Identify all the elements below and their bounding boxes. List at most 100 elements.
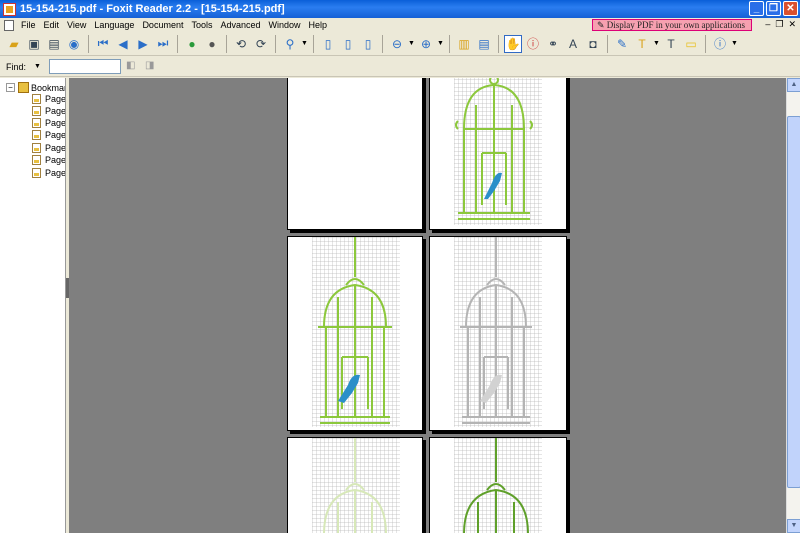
find-prev-icon[interactable]: ◧ xyxy=(126,60,140,74)
document-window-controls: – ❐ ✕ xyxy=(765,19,796,30)
find-next-icon[interactable]: ◨ xyxy=(145,60,159,74)
bookmark-item[interactable]: Page xyxy=(32,168,65,178)
scroll-down-icon[interactable]: ▼ xyxy=(787,519,800,533)
toolbar-separator xyxy=(705,34,706,53)
window-controls: _ ❐ ✕ xyxy=(749,1,798,16)
toolbar-separator xyxy=(313,34,314,53)
bookmark-label: Page xyxy=(45,155,66,165)
highlight-dropdown-arrow[interactable]: ▼ xyxy=(653,35,660,53)
page-icon xyxy=(32,155,41,165)
info-dropdown-arrow[interactable]: ▼ xyxy=(731,35,738,53)
pdf-page-thumbnail xyxy=(287,236,423,431)
text-tool-icon[interactable]: T xyxy=(662,35,680,53)
menu-file[interactable]: File xyxy=(17,20,40,30)
bookmark-item[interactable]: Page xyxy=(32,143,65,153)
next-page-icon[interactable]: ▶ xyxy=(134,35,152,53)
note-icon[interactable]: ▭ xyxy=(682,35,700,53)
document-icon[interactable] xyxy=(4,19,14,31)
find-options-arrow[interactable]: ▼ xyxy=(34,63,41,70)
prev-page-icon[interactable]: ◀ xyxy=(114,35,132,53)
pdf-page-thumbnail xyxy=(429,78,567,230)
main-toolbar: ▰ ▣ ▤ ◉ ⏮ ◀ ▶ ⏭ ● ● ⟲ ⟳ ⚲ ▼ ▯ ▯ ▯ ⊖ ▼ ⊕ … xyxy=(0,32,800,56)
hand-tool-icon[interactable]: ✋ xyxy=(504,34,522,53)
toolbar-separator xyxy=(88,34,89,53)
find-icon[interactable]: ⚭ xyxy=(544,35,562,53)
collapse-icon[interactable]: − xyxy=(6,83,15,92)
print-icon[interactable]: ▤ xyxy=(45,35,63,53)
scroll-up-icon[interactable]: ▲ xyxy=(787,78,800,92)
page-icon xyxy=(32,130,41,140)
bookmarks-root[interactable]: − Bookmar xyxy=(6,82,66,93)
last-page-icon[interactable]: ⏭ xyxy=(154,35,172,53)
single-page-icon[interactable]: ▥ xyxy=(455,35,473,53)
menu-document[interactable]: Document xyxy=(138,20,187,30)
bookmarks-panel: − Bookmar Page Page Page Page Page Page … xyxy=(0,78,66,533)
open-icon[interactable]: ▰ xyxy=(5,35,23,53)
page-icon xyxy=(32,106,41,116)
bookmark-label: Page xyxy=(45,106,66,116)
go-back-icon[interactable]: ● xyxy=(183,35,201,53)
birdcage-illustration xyxy=(318,237,392,424)
zoom-out-icon[interactable]: ⊖ xyxy=(388,35,406,53)
birdcage-illustration xyxy=(463,438,529,533)
find-input[interactable] xyxy=(48,59,121,74)
highlight-icon[interactable]: T xyxy=(633,35,651,53)
promo-text: Display PDF in your own applications xyxy=(606,20,745,30)
first-page-icon[interactable]: ⏮ xyxy=(94,35,112,53)
bookmark-item[interactable]: Page xyxy=(32,130,66,140)
bookmark-item[interactable]: Page xyxy=(32,94,65,104)
pdf-page-thumbnail xyxy=(429,236,567,431)
bookmark-label: Page xyxy=(45,130,66,140)
doc-restore-button[interactable]: ❐ xyxy=(775,19,783,30)
doc-minimize-button[interactable]: – xyxy=(765,19,770,30)
menu-advanced[interactable]: Advanced xyxy=(216,20,264,30)
promo-banner[interactable]: ✎ Display PDF in your own applications xyxy=(591,19,752,31)
document-view[interactable] xyxy=(69,78,786,533)
find-bar: Find: ▼ ◧ ◨ xyxy=(0,57,800,77)
birdcage-illustration xyxy=(460,237,532,424)
restore-button[interactable]: ❐ xyxy=(766,1,781,16)
bookmark-item[interactable]: Page xyxy=(32,155,66,165)
email-icon[interactable]: ◉ xyxy=(65,35,83,53)
zoom-in-dropdown-arrow[interactable]: ▼ xyxy=(437,35,444,53)
window-title: 15-154-215.pdf - Foxit Reader 2.2 - [15-… xyxy=(20,3,285,15)
toolbar-separator xyxy=(449,34,450,53)
scroll-thumb[interactable] xyxy=(787,116,800,488)
zoom-in-icon[interactable]: ⊕ xyxy=(417,35,435,53)
menu-help[interactable]: Help xyxy=(305,20,332,30)
rotate-right-icon[interactable]: ⟳ xyxy=(252,35,270,53)
go-forward-icon[interactable]: ● xyxy=(203,35,221,53)
fit-width-icon[interactable]: ▯ xyxy=(359,35,377,53)
vertical-scrollbar[interactable]: ▲ ▼ xyxy=(786,78,800,533)
menu-tools[interactable]: Tools xyxy=(187,20,216,30)
menu-view[interactable]: View xyxy=(63,20,90,30)
menu-language[interactable]: Language xyxy=(90,20,138,30)
bookmark-label: Page xyxy=(45,118,66,128)
menu-edit[interactable]: Edit xyxy=(40,20,64,30)
zoom-dropdown-arrow[interactable]: ▼ xyxy=(301,35,308,53)
close-button[interactable]: ✕ xyxy=(783,1,798,16)
typewriter-icon[interactable]: ✎ xyxy=(613,35,631,53)
zoom-icon[interactable]: ⚲ xyxy=(281,35,299,53)
bookmark-item[interactable]: Page xyxy=(32,118,66,128)
bookmark-item[interactable]: Page xyxy=(32,106,66,116)
find-label: Find: xyxy=(6,61,27,72)
actual-size-icon[interactable]: ▯ xyxy=(319,35,337,53)
text-viewer-icon[interactable]: A xyxy=(564,35,582,53)
birdcage-illustration xyxy=(455,78,533,220)
menu-window[interactable]: Window xyxy=(265,20,305,30)
fit-page-icon[interactable]: ▯ xyxy=(339,35,357,53)
info-icon[interactable]: ⓘ xyxy=(711,35,729,53)
toolbar-separator xyxy=(177,34,178,53)
snapshot-icon[interactable]: ◘ xyxy=(584,35,602,53)
minimize-button[interactable]: _ xyxy=(749,1,764,16)
zoom-out-dropdown-arrow[interactable]: ▼ xyxy=(408,35,415,53)
continuous-icon[interactable]: ▤ xyxy=(475,35,493,53)
bookmarks-root-label: Bookmar xyxy=(31,82,66,93)
save-icon[interactable]: ▣ xyxy=(25,35,43,53)
doc-close-button[interactable]: ✕ xyxy=(788,19,796,30)
birdcage-illustration xyxy=(323,438,387,533)
select-text-icon[interactable]: ⓘ xyxy=(524,35,542,53)
pen-icon: ✎ xyxy=(596,20,607,30)
rotate-left-icon[interactable]: ⟲ xyxy=(232,35,250,53)
